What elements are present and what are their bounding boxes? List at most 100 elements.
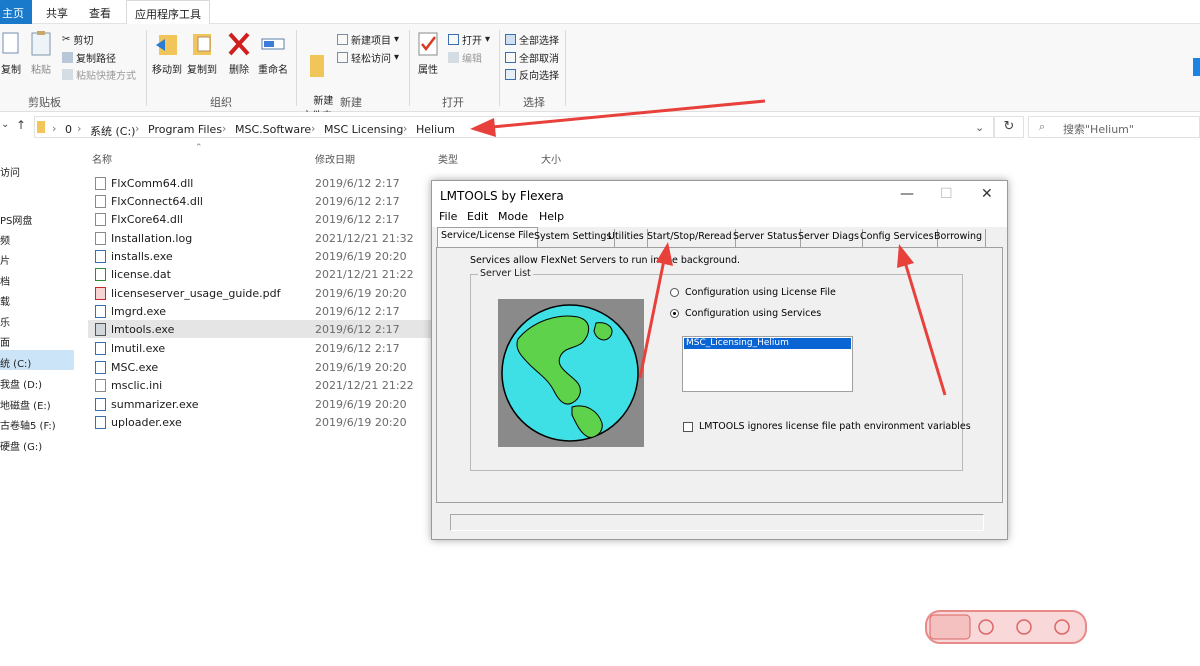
file-icon [95,232,106,245]
menu-edit[interactable]: Edit [467,210,488,223]
ignore-env-checkbox[interactable]: LMTOOLS ignores license file path enviro… [683,421,971,432]
tab-server-diags[interactable]: Server Diags [795,229,863,247]
file-row[interactable]: MSC.exe 2019/6/19 20:20 [88,358,433,376]
menu-help[interactable]: Help [539,210,564,223]
move-to-button[interactable]: 移动到 [150,30,184,76]
file-row[interactable]: Installation.log 2021/12/21 21:32 [88,229,433,247]
copy-button[interactable]: 复制 [0,30,22,76]
select-all-icon [505,34,516,45]
tab-app-tools[interactable]: 应用程序工具 [126,0,210,25]
file-icon [95,213,106,226]
breadcrumb-item[interactable]: MSC.Software [235,123,311,136]
file-row[interactable]: lmutil.exe 2019/6/12 2:17 [88,339,433,357]
nav-item[interactable]: 载 [0,293,10,308]
file-row[interactable]: FlxConnect64.dll 2019/6/12 2:17 [88,192,433,210]
file-row-selected[interactable]: lmtools.exe 2019/6/12 2:17 [88,320,433,338]
rename-button[interactable]: 重命名 [256,30,290,76]
nav-item[interactable]: 统 (C:) [0,355,31,370]
address-bar[interactable]: › 0 › 系统 (C:) › Program Files › MSC.Soft… [34,116,994,138]
breadcrumb-item[interactable]: MSC Licensing [324,123,403,136]
minimize-icon[interactable]: — [900,186,914,202]
menu-mode[interactable]: Mode [498,210,528,223]
nav-item[interactable]: 我盘 (D:) [0,376,42,391]
refresh-button[interactable]: ↻ [994,116,1024,138]
file-row[interactable]: uploader.exe 2019/6/19 20:20 [88,413,433,431]
column-header-name[interactable]: 名称 [92,151,112,166]
tab-start-stop-reread[interactable]: Start/Stop/Reread [644,229,736,247]
help-icon[interactable] [1193,58,1200,76]
delete-button[interactable]: 删除 [226,30,252,76]
tab-borrowing[interactable]: Borrowing [931,229,987,247]
select-none-button[interactable]: 全部取消 [505,50,559,65]
maximize-icon[interactable]: ☐ [940,186,953,202]
window-title: LMTOOLS by Flexera [440,189,564,203]
nav-item[interactable]: PS网盘 [0,212,32,227]
invert-selection-button[interactable]: 反向选择 [505,67,559,82]
file-name: lmgrd.exe [111,305,167,318]
nav-item[interactable]: 地磁盘 (E:) [0,397,51,412]
file-row[interactable]: FlxCore64.dll 2019/6/12 2:17 [88,210,433,228]
open-label: 打开 [462,36,482,47]
lmtools-window: LMTOOLS by Flexera — ☐ ✕ File Edit Mode … [431,180,1008,540]
tab-service-license-file[interactable]: Service/License File [437,227,539,248]
nav-item[interactable]: 古卷轴5 (F:) [0,417,56,432]
status-bar [450,514,984,531]
copy-path-button[interactable]: 复制路径 [62,50,116,65]
open-button[interactable]: 打开 ▾ [448,32,490,47]
chevron-down-icon[interactable]: ⌄ [1,119,9,130]
tab-share[interactable]: 共享 [46,5,68,21]
tab-view[interactable]: 查看 [89,5,111,21]
nav-item[interactable]: 片 [0,252,10,267]
nav-item[interactable]: 乐 [0,314,10,329]
exe-icon [95,323,106,336]
paste-button[interactable]: 粘贴 [26,30,56,76]
cut-button[interactable]: ✂ 剪切 [62,32,93,47]
service-list[interactable]: MSC_Licensing_Helium [682,336,853,392]
nav-item[interactable]: 访问 [0,164,20,179]
breadcrumb-item[interactable]: Program Files [148,123,222,136]
edit-button[interactable]: 编辑 [448,50,482,65]
nav-item[interactable]: 档 [0,273,10,288]
column-header-type[interactable]: 类型 [438,151,458,166]
radio-license-file[interactable]: Configuration using License File [670,287,836,298]
tab-home[interactable]: 主页 [0,0,32,24]
select-all-button[interactable]: 全部选择 [505,32,559,47]
file-row[interactable]: license.dat 2021/12/21 21:22 [88,265,433,283]
tab-system-settings[interactable]: System Settings [531,229,616,247]
properties-button[interactable]: 属性 [414,30,442,76]
up-arrow-icon[interactable]: ↑ [16,118,26,132]
new-item-button[interactable]: 新建项目 ▾ [337,32,399,47]
nav-item[interactable]: 频 [0,232,10,247]
nav-item[interactable]: 面 [0,334,10,349]
move-to-icon [156,35,177,55]
file-row[interactable]: msclic.ini 2021/12/21 21:22 [88,376,433,394]
file-row[interactable]: installs.exe 2019/6/19 20:20 [88,247,433,265]
file-date: 2019/6/19 20:20 [315,250,407,263]
file-row[interactable]: FlxComm64.dll 2019/6/12 2:17 [88,174,433,192]
divider [146,30,147,106]
easy-access-button[interactable]: 轻松访问 ▾ [337,50,399,65]
file-row[interactable]: licenseserver_usage_guide.pdf 2019/6/19 2… [88,284,433,302]
column-header-size[interactable]: 大小 [541,151,561,166]
column-header-date[interactable]: 修改日期 [315,151,355,166]
tab-server-status[interactable]: Server Status [730,229,802,247]
menu-file[interactable]: File [439,210,457,223]
easy-access-icon [337,52,348,63]
radio-services[interactable]: Configuration using Services [670,308,821,319]
file-name: MSC.exe [111,361,159,374]
file-row[interactable]: lmgrd.exe 2019/6/12 2:17 [88,302,433,320]
file-row[interactable]: summarizer.exe 2019/6/19 20:20 [88,395,433,413]
close-icon[interactable]: ✕ [981,186,993,202]
breadcrumb-item[interactable]: Helium [416,123,455,136]
tab-config-services[interactable]: Config Services [857,229,938,247]
chevron-down-icon[interactable]: ⌄ [975,121,984,134]
tab-utilities[interactable]: Utilities [605,229,648,247]
window-title-bar[interactable]: LMTOOLS by Flexera — ☐ ✕ [432,181,1007,209]
nav-item[interactable]: 硬盘 (G:) [0,438,42,453]
paste-shortcut-button[interactable]: 粘贴快捷方式 [62,67,136,82]
breadcrumb-item[interactable]: 系统 (C:) [90,123,135,139]
service-list-item-selected[interactable]: MSC_Licensing_Helium [684,338,851,349]
search-input[interactable]: ⌕ 搜索"Helium" [1028,116,1200,138]
breadcrumb-item[interactable]: 0 [65,123,72,136]
copy-to-button[interactable]: 复制到 [185,30,219,76]
